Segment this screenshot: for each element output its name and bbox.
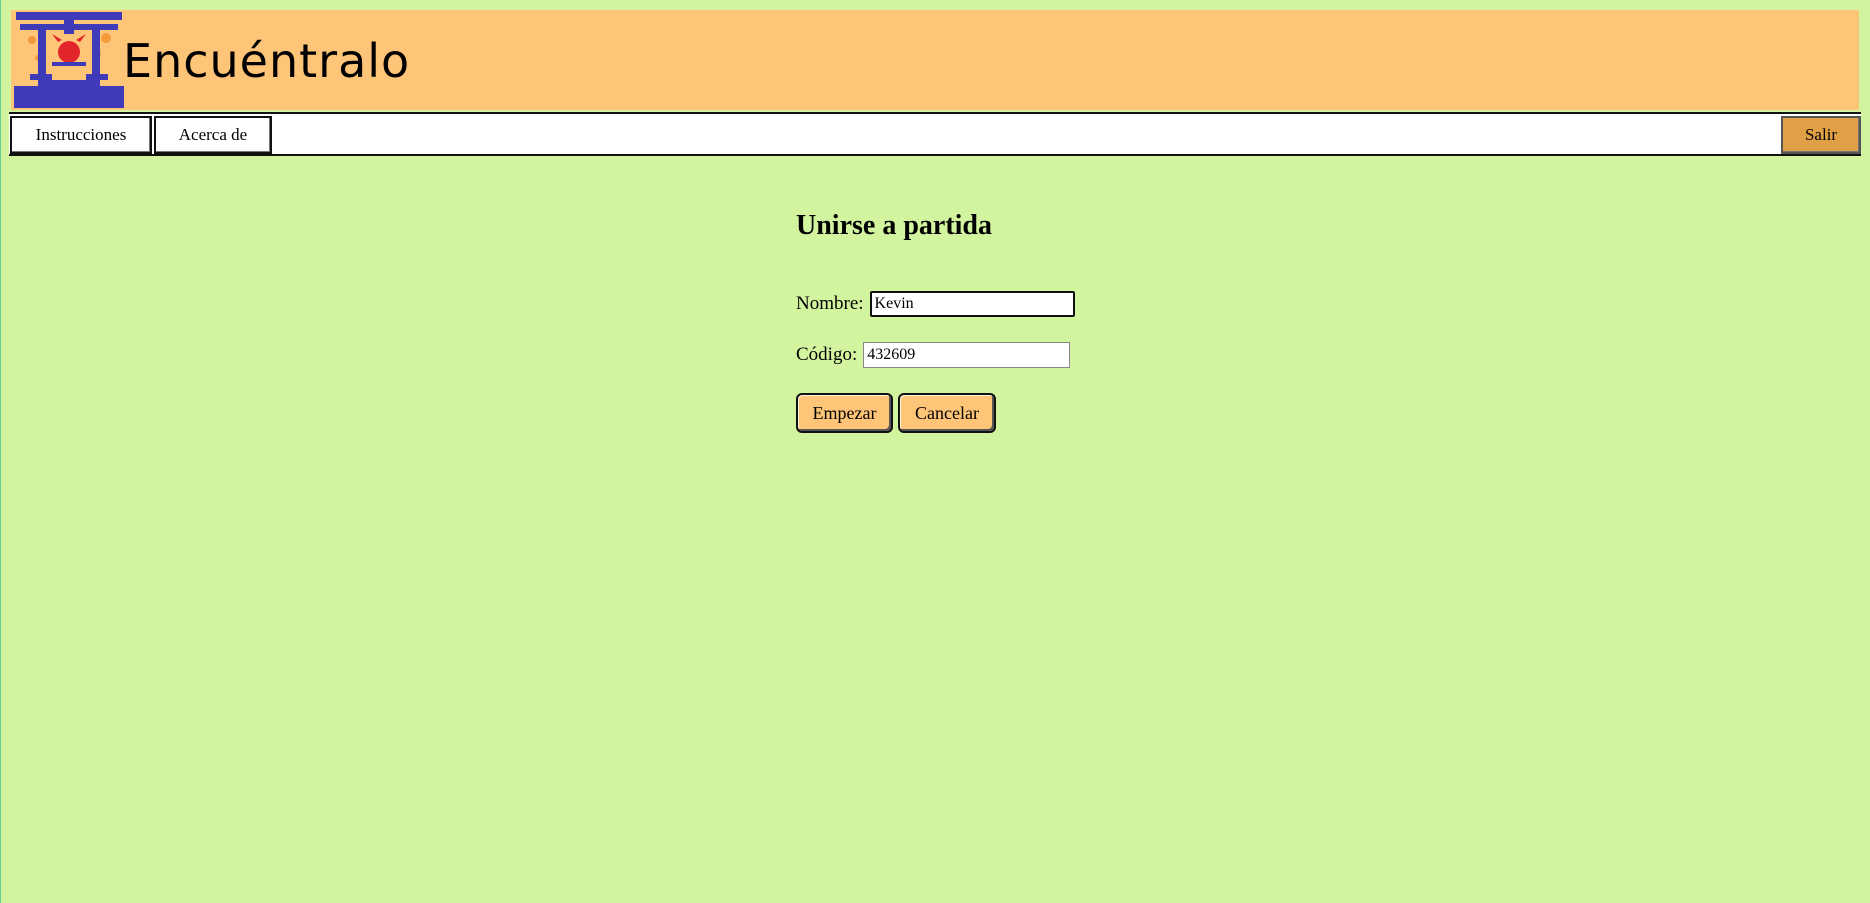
name-row: Nombre:	[796, 291, 1075, 317]
cancel-button[interactable]: Cancelar	[898, 393, 996, 433]
page-title: Unirse a partida	[796, 210, 992, 241]
code-row: Código:	[796, 342, 1071, 368]
code-input[interactable]	[863, 342, 1071, 368]
torii-gate-logo-icon	[14, 10, 124, 108]
name-label: Nombre:	[796, 293, 864, 314]
about-button[interactable]: Acerca de	[154, 116, 272, 154]
instructions-button[interactable]: Instrucciones	[10, 116, 152, 154]
top-nav-bar: Instrucciones Acerca de Salir	[9, 112, 1861, 156]
code-label: Código:	[796, 344, 858, 365]
app-brand-name: Encuéntralo	[123, 34, 411, 88]
name-input[interactable]	[869, 291, 1075, 317]
app-header: Encuéntralo	[11, 10, 1859, 110]
exit-button[interactable]: Salir	[1781, 116, 1861, 154]
start-button[interactable]: Empezar	[796, 393, 893, 433]
